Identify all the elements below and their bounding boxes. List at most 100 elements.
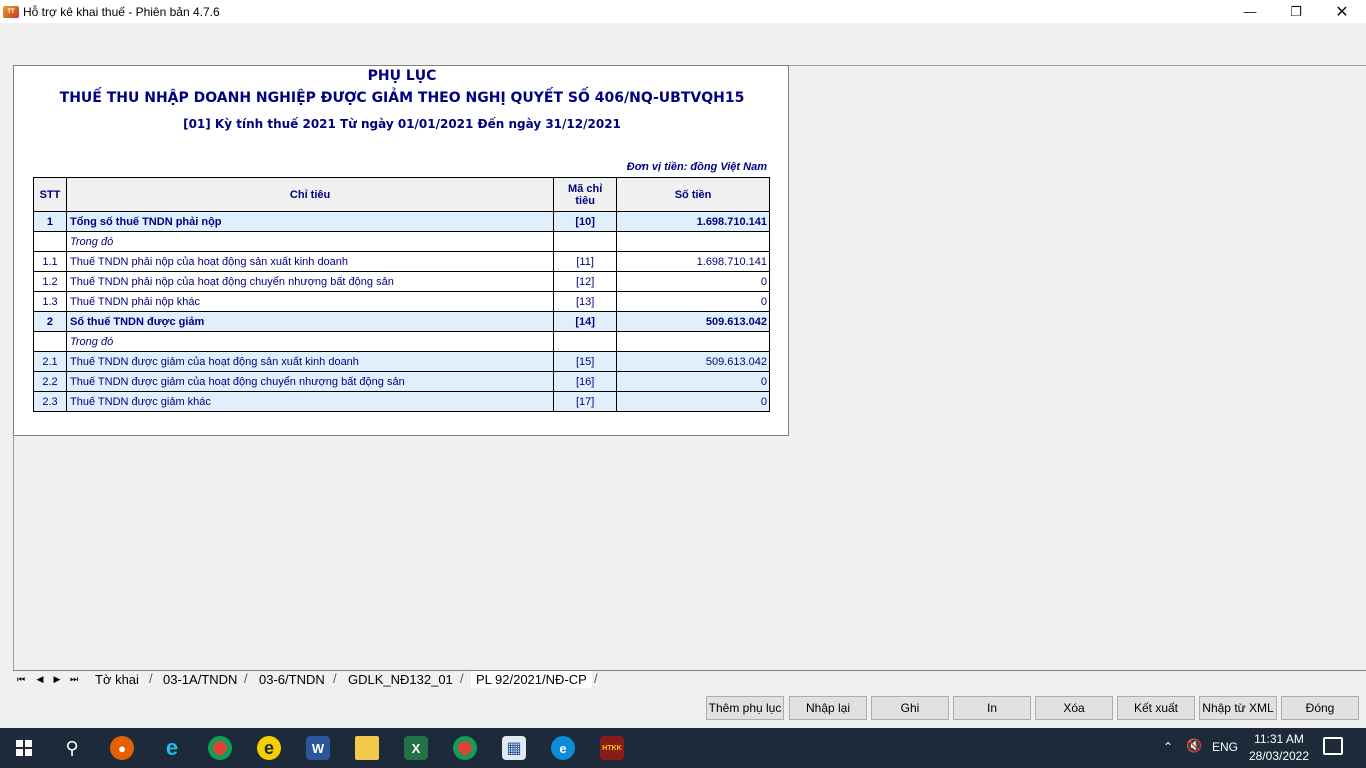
row-code [553, 231, 618, 252]
explorer-icon[interactable] [355, 736, 379, 760]
chrome-x-icon[interactable] [453, 736, 477, 760]
row-stt: 1 [33, 211, 67, 232]
appendix-form: PHỤ LỤC THUẾ THU NHẬP DOANH NGHIỆP ĐƯỢC … [13, 65, 789, 436]
table-row: 2.2 Thuế TNDN được giảm của hoạt động ch… [33, 371, 770, 392]
column-header-stt: STT [33, 177, 67, 212]
delete-button[interactable]: Xóa [1035, 696, 1113, 720]
minimize-button[interactable]: — [1227, 0, 1273, 23]
column-header-code: Mã chỉ tiêu [553, 177, 618, 212]
start-icon[interactable] [12, 736, 36, 760]
row-amount [616, 331, 770, 352]
ie-icon[interactable]: e [160, 735, 184, 760]
close-window-button[interactable]: ✕ [1319, 0, 1365, 23]
tab-separator: / [333, 671, 337, 686]
table-row: Trong đó [33, 331, 770, 352]
form-subtitle: THUẾ THU NHẬP DOANH NGHIỆP ĐƯỢC GIẢM THE… [59, 90, 745, 106]
print-button[interactable]: In [953, 696, 1031, 720]
divider [789, 65, 1366, 66]
table-row: 1.1 Thuế TNDN phải nộp của hoạt động sản… [33, 251, 770, 272]
row-stt: 2 [33, 311, 67, 332]
row-stt: 2.1 [33, 351, 67, 372]
row-stt: 1.2 [33, 271, 67, 292]
restore-button[interactable]: ❐ [1273, 0, 1319, 23]
first-sheet-icon[interactable]: ⏮ [15, 672, 27, 686]
row-stt: 2.3 [33, 391, 67, 412]
chrome-icon[interactable] [208, 736, 232, 760]
row-amount-input[interactable]: 0 [616, 291, 770, 312]
row-code: [10] [553, 211, 618, 232]
clock-date: 28/03/2022 [1248, 749, 1310, 763]
e-icon[interactable]: e [257, 736, 281, 760]
appendix-table: STT Chỉ tiêu Mã chỉ tiêu Số tiền 1 Tổng … [33, 177, 770, 412]
tray-chevron-up-icon[interactable]: ⌃ [1163, 740, 1173, 754]
column-header-indicator: Chỉ tiêu [65, 177, 555, 212]
row-label: Thuế TNDN được giảm của hoạt động sản xu… [65, 351, 555, 372]
row-code: [14] [553, 311, 618, 332]
tab-separator: / [460, 671, 464, 686]
title-bar: TT Hỗ trợ kê khai thuế - Phiên bản 4.7.6… [0, 0, 1366, 23]
clock[interactable]: 11:31 AM 28/03/2022 [1248, 731, 1310, 765]
row-stt: 2.2 [33, 371, 67, 392]
row-label: Thuế TNDN phải nộp của hoạt động sản xuấ… [65, 251, 555, 272]
language-indicator[interactable]: ENG [1212, 740, 1238, 754]
tab-separator: / [244, 671, 248, 686]
search-icon[interactable]: ⚲ [60, 736, 84, 760]
row-label: Số thuế TNDN được giảm [65, 311, 555, 332]
row-amount-input[interactable]: 0 [616, 371, 770, 392]
table-row: 2.1 Thuế TNDN được giảm của hoạt động sả… [33, 351, 770, 372]
row-code [553, 331, 618, 352]
word-icon[interactable]: W [306, 736, 330, 760]
form-title: PHỤ LỤC [367, 68, 437, 84]
save-button[interactable]: Ghi [871, 696, 949, 720]
row-amount-input[interactable]: 0 [616, 271, 770, 292]
calculator-icon[interactable]: ▦ [502, 736, 526, 760]
add-appendix-button[interactable]: Thêm phụ lục [706, 696, 784, 720]
prev-sheet-icon[interactable]: ◀ [34, 672, 46, 686]
tab-03-6-tndn[interactable]: 03-6/TNDN [259, 671, 325, 688]
row-label: Tổng số thuế TNDN phải nộp [65, 211, 555, 232]
tab-pl-92-2021-nd-cp[interactable]: PL 92/2021/NĐ-CP [471, 671, 592, 688]
table-row: 1 Tổng số thuế TNDN phải nộp [10] 1.698.… [33, 211, 770, 232]
row-amount: 509.613.042 [616, 311, 770, 332]
row-code: [16] [553, 371, 618, 392]
tab-03-1a-tndn[interactable]: 03-1A/TNDN [163, 671, 237, 688]
sheet-tab-bar: ⏮ ◀ ▶ ⏭ Tờ khai / 03-1A/TNDN / 03-6/TNDN… [13, 670, 1366, 688]
tab-separator: / [149, 671, 153, 686]
column-header-amount: Số tiền [616, 177, 770, 212]
row-amount-input[interactable]: 509.613.042 [616, 351, 770, 372]
re-enter-button[interactable]: Nhập lại [789, 696, 867, 720]
volume-muted-icon[interactable]: 🔇 [1186, 738, 1202, 754]
row-label: Thuế TNDN phải nộp của hoạt động chuyển … [65, 271, 555, 292]
table-header-row: STT Chỉ tiêu Mã chỉ tiêu Số tiền [33, 177, 770, 212]
import-xml-button[interactable]: Nhập từ XML [1199, 696, 1277, 720]
row-label: Thuế TNDN được giảm khác [65, 391, 555, 412]
tab-gdlk-nd132-01[interactable]: GDLK_NĐ132_01 [348, 671, 453, 688]
firefox-icon[interactable]: ● [110, 736, 134, 760]
export-button[interactable]: Kết xuất [1117, 696, 1195, 720]
htkk-icon[interactable]: HTKK [600, 736, 624, 760]
currency-note: Đơn vị tiền: đồng Việt Nam [626, 161, 767, 173]
table-row: 1.2 Thuế TNDN phải nộp của hoạt động chu… [33, 271, 770, 292]
window-title: Hỗ trợ kê khai thuế - Phiên bản 4.7.6 [23, 4, 220, 19]
tab-to-khai[interactable]: Tờ khai [95, 671, 139, 688]
row-stt: 1.3 [33, 291, 67, 312]
edge-icon[interactable]: e [551, 736, 575, 760]
table-row: 1.3 Thuế TNDN phải nộp khác [13] 0 [33, 291, 770, 312]
close-form-button[interactable]: Đóng [1281, 696, 1359, 720]
row-label: Thuế TNDN phải nộp khác [65, 291, 555, 312]
tax-period: [01] Kỳ tính thuế 2021 Từ ngày 01/01/202… [183, 117, 621, 131]
row-stt [33, 331, 67, 352]
next-sheet-icon[interactable]: ▶ [51, 672, 63, 686]
row-code: [15] [553, 351, 618, 372]
row-stt [33, 231, 67, 252]
table-row: 2 Số thuế TNDN được giảm [14] 509.613.04… [33, 311, 770, 332]
excel-icon[interactable]: X [404, 736, 428, 760]
notification-icon[interactable] [1323, 737, 1343, 755]
row-amount [616, 231, 770, 252]
table-row: 2.3 Thuế TNDN được giảm khác [17] 0 [33, 391, 770, 412]
row-amount-input[interactable]: 0 [616, 391, 770, 412]
row-code: [17] [553, 391, 618, 412]
last-sheet-icon[interactable]: ⏭ [68, 672, 80, 686]
tab-separator: / [594, 671, 598, 686]
row-amount-input[interactable]: 1.698.710.141 [616, 251, 770, 272]
